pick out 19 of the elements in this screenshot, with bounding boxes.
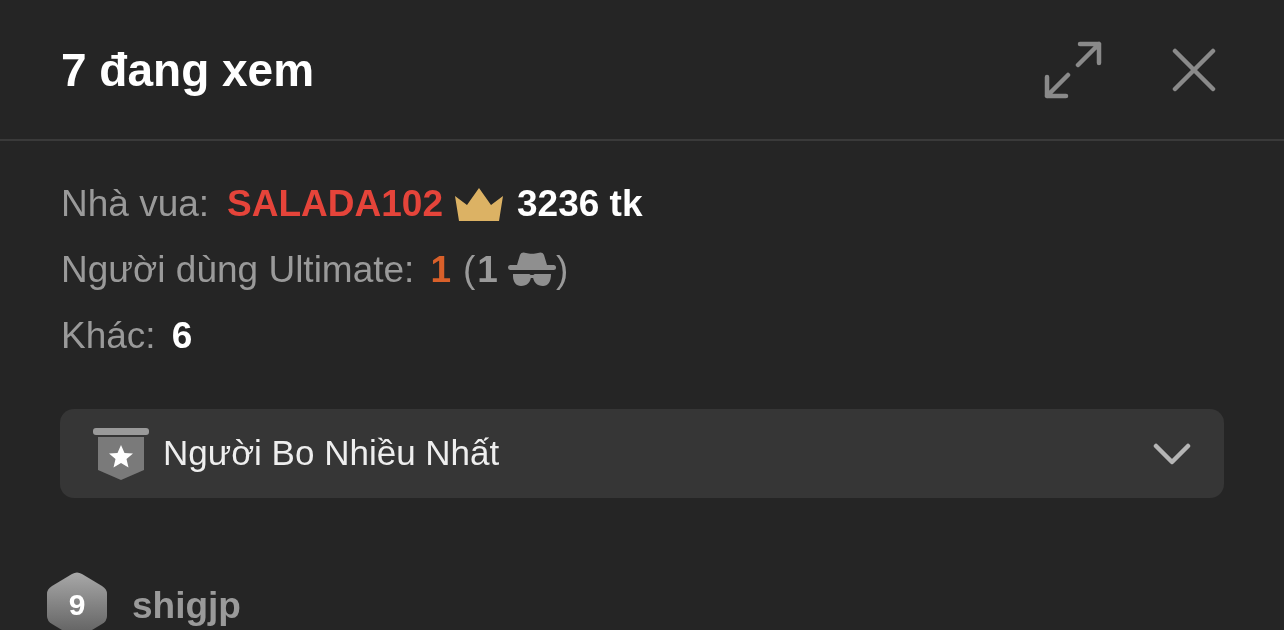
viewer-name[interactable]: shigjp [132,586,241,624]
anonymous-count: 1 [477,248,498,292]
level-badge: 9 [47,572,107,630]
king-label: Nhà vua: [61,182,210,226]
other-count: 6 [171,314,193,358]
chevron-down-icon[interactable] [1153,442,1191,465]
other-label: Khác: [61,314,156,358]
close-icon[interactable] [1172,47,1216,92]
ultimate-label: Người dùng Ultimate: [61,248,415,292]
king-name[interactable]: SALADA102 [227,171,443,237]
open-paren: ( [463,248,476,292]
ultimate-count: 1 [430,248,451,292]
star-badge-icon [93,427,149,480]
king-tokens: 3236 tk [517,182,643,226]
sort-dropdown[interactable]: Người Bo Nhiều Nhất [60,409,1224,498]
spy-icon [507,252,556,288]
expand-icon[interactable] [1044,40,1102,99]
close-paren: ) [555,248,569,292]
crown-icon [455,187,503,221]
